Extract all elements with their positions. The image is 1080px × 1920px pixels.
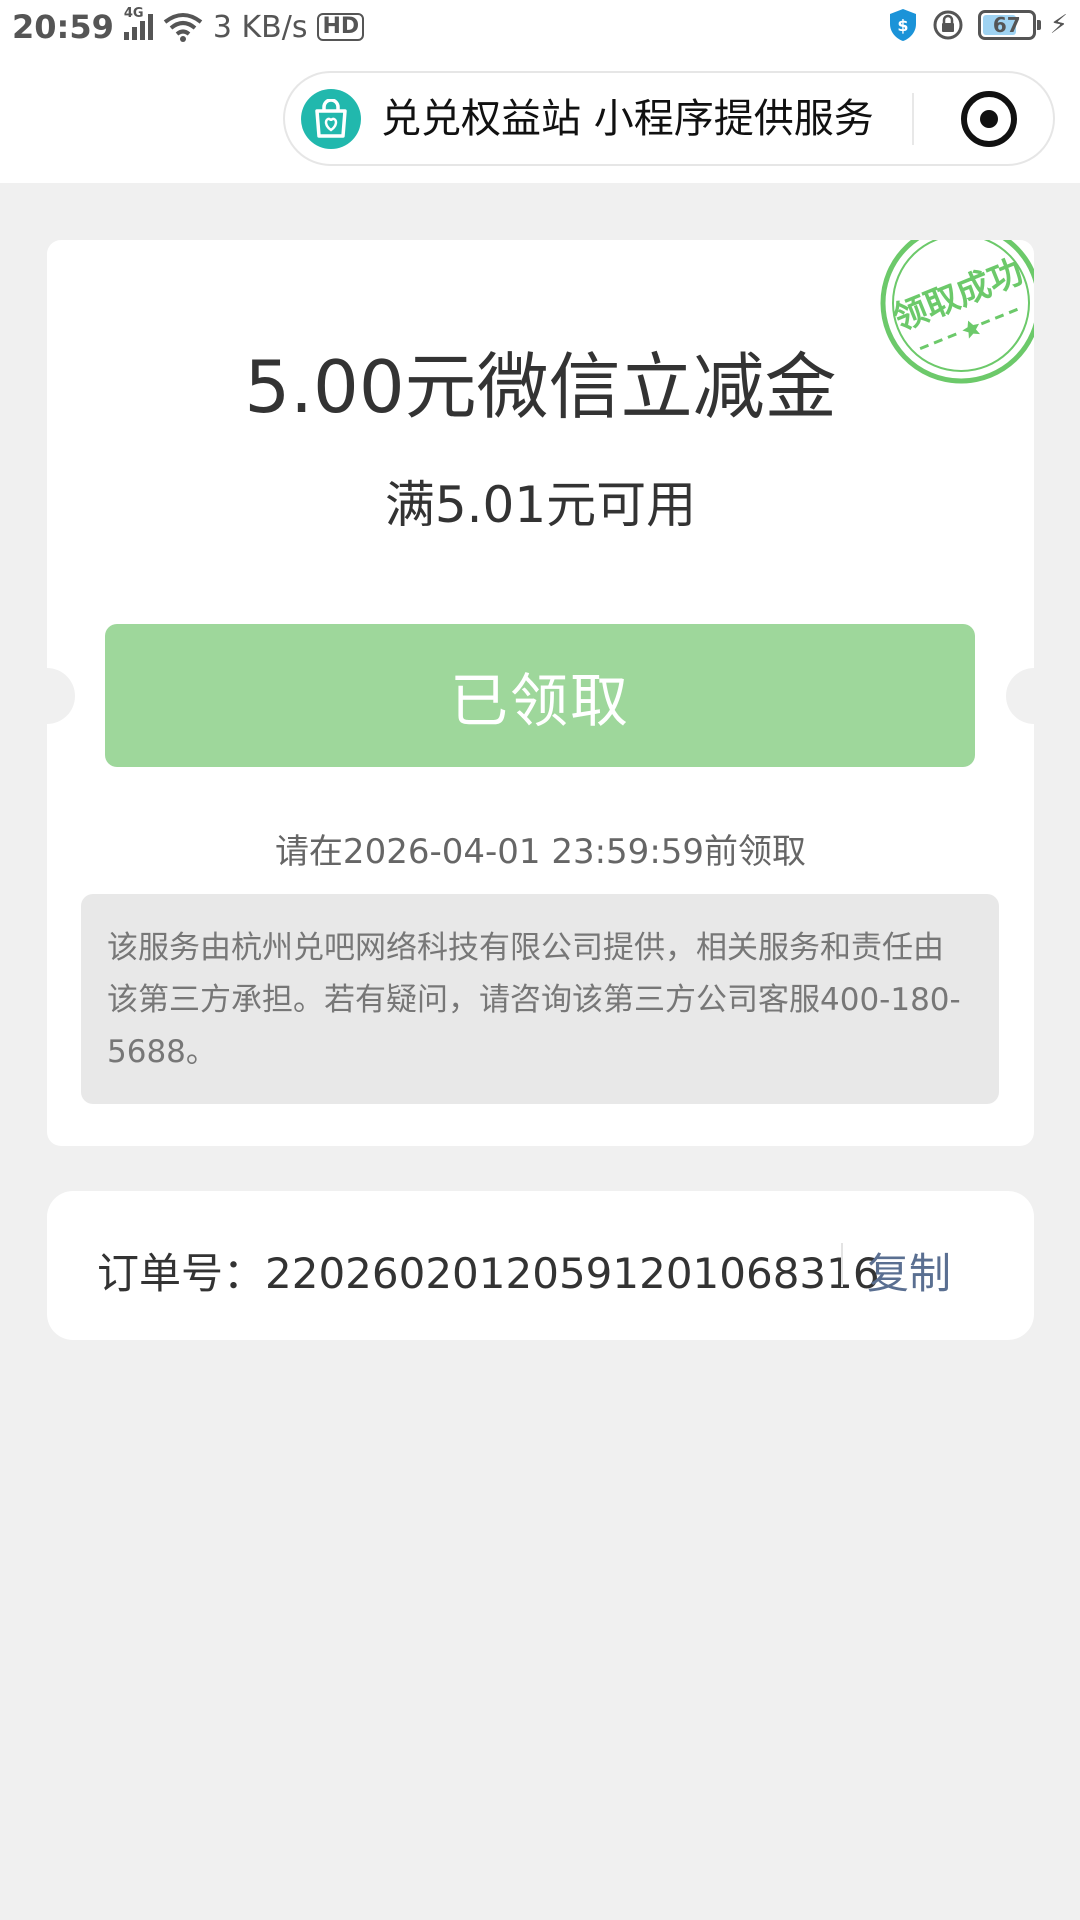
coupon-card: 领取成功 5.00元微信立减金 满5.01元可用 已领取 请在2026-04-0… [47, 240, 1034, 1146]
service-notice-text: 该服务由杭州兑吧网络科技有限公司提供，相关服务和责任由该第三方承担。若有疑问，请… [107, 930, 961, 1070]
cellular-signal-icon: 4G [123, 6, 153, 40]
status-time: 20:59 [12, 8, 114, 46]
hd-call-icon: HD [317, 13, 365, 41]
order-divider [841, 1243, 843, 1287]
coupon-title: 5.00元微信立减金 [244, 345, 837, 429]
claimed-button[interactable]: 已领取 [105, 624, 975, 767]
stamp-text: 领取成功 [887, 252, 1028, 340]
close-mini-program-icon[interactable] [961, 91, 1017, 147]
shopping-bag-logo-icon [301, 89, 361, 149]
network-type: 4G [123, 6, 144, 21]
coupon-condition: 满5.01元可用 [384, 476, 697, 534]
top-bar: 20:59 4G 3 KB/s HD $ 67 ⚡ 兑兑权益站 小程序提供服务 [0, 0, 1080, 183]
wifi-icon [163, 13, 203, 42]
svg-text:$: $ [897, 16, 908, 35]
order-card: 订单号：2202602012059120106831​6 复制 [47, 1191, 1034, 1340]
battery-level: 67 [992, 13, 1021, 37]
rotation-lock-icon [933, 10, 963, 40]
shield-payment-icon: $ [889, 9, 916, 41]
charging-icon: ⚡ [1049, 10, 1068, 40]
order-number: 订单号：2202602012059120106831​6 [97, 1249, 880, 1298]
mini-program-title: 兑兑权益站 小程序提供服务 [381, 96, 874, 142]
copy-button[interactable]: 复制 [867, 1240, 951, 1301]
service-notice: 该服务由杭州兑吧网络科技有限公司提供，相关服务和责任由该第三方承担。若有疑问，请… [81, 894, 999, 1104]
battery-icon: 67 [977, 10, 1041, 40]
network-speed: 3 KB/s [212, 9, 308, 45]
mini-program-capsule[interactable]: 兑兑权益站 小程序提供服务 [283, 71, 1055, 166]
status-bar: 20:59 4G 3 KB/s HD $ 67 ⚡ [0, 0, 1080, 54]
capsule-divider [912, 93, 914, 145]
claim-deadline: 请在2026-04-01 23:59:59前领取 [274, 832, 807, 872]
ticket-notch-left [47, 668, 75, 724]
ticket-notch-right [1006, 668, 1034, 724]
